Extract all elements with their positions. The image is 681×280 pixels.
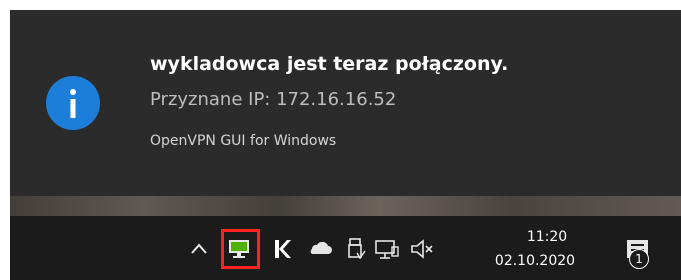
notification-title: wykladowca jest teraz połączony. [150,53,509,75]
notification-count-badge: 1 [629,249,649,269]
info-icon [46,76,100,130]
desktop: wykladowca jest teraz połączony. Przyzna… [0,0,681,280]
clock-time[interactable]: 11:20 [518,229,576,245]
desktop-wallpaper-strip [10,196,681,216]
clock-date[interactable]: 02.10.2020 [492,253,578,269]
show-hidden-icons-chevron-icon[interactable] [184,234,214,264]
taskbar: 11:20 02.10.2020 1 [10,216,681,280]
toast-notification[interactable]: wykladowca jest teraz połączony. Przyzna… [10,10,681,196]
usb-safely-remove-icon[interactable] [340,234,370,264]
volume-muted-icon[interactable] [406,234,436,264]
highlight-box [221,229,260,269]
notification-source: OpenVPN GUI for Windows [150,133,337,149]
notification-message: Przyznane IP: 172.16.16.52 [150,89,397,110]
k-icon[interactable] [268,234,298,264]
onedrive-cloud-icon[interactable] [305,234,335,264]
network-icon[interactable] [372,234,402,264]
